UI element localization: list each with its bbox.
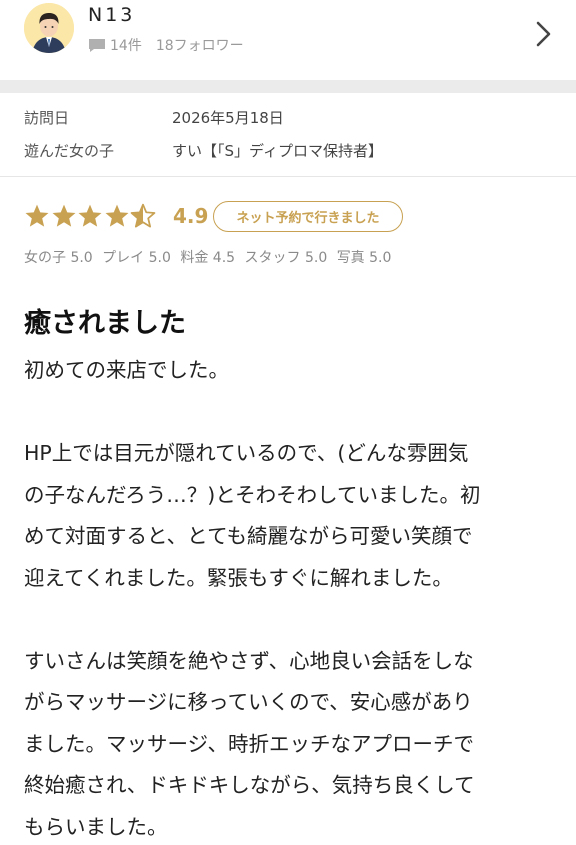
comment-icon xyxy=(89,38,105,52)
divider xyxy=(0,176,576,177)
sub-score-staff: スタッフ 5.0 xyxy=(244,250,328,266)
sub-score-photo: 写真 5.0 xyxy=(336,250,392,266)
booking-badge: ネット予約で行きました xyxy=(213,201,403,232)
review-line: すいさんは笑顔を絶やさず、心地良い会話をしな xyxy=(24,648,474,673)
chevron-right-icon[interactable] xyxy=(533,20,555,48)
star-full-icon xyxy=(105,204,128,227)
sub-score-price: 料金 4.5 xyxy=(180,250,236,266)
review-line: HP上では目元が隠れているので、(どんな雰囲気 xyxy=(24,441,469,465)
post-count: 14件 xyxy=(110,38,142,54)
review-line: めて対面すると、とても綺麗ながら可愛い笑顔で xyxy=(24,524,473,548)
review-line: 終始癒され、ドキドキしながら、気持ち良くして xyxy=(24,773,475,797)
girl-label: 遊んだ女の子 xyxy=(24,142,115,160)
review-line: がらマッサージに移っていくので、安心感があり xyxy=(24,690,473,714)
star-full-icon xyxy=(78,204,102,227)
review-line: 迎えてくれました。緊張もすぐに解れました。 xyxy=(24,565,453,590)
visit-date-value: 2026年5月18日 xyxy=(172,109,284,127)
reviewer-profile[interactable]: N13 14件 18フォロワー xyxy=(0,0,576,80)
user-avatar-icon xyxy=(24,3,74,53)
section-separator xyxy=(0,80,576,93)
review-line: もらいました。 xyxy=(24,814,168,839)
rating-score: 4.9 xyxy=(173,204,209,228)
review-line: の子なんだろう…？)とそわそわしていました。初 xyxy=(24,482,481,507)
review-line: ました。マッサージ、時折エッチなアプローチで xyxy=(24,731,474,756)
follower-count: 18フォロワー xyxy=(155,38,244,54)
sub-scores: 女の子 5.0 プレイ 5.0 料金 4.5 スタッフ 5.0 写真 5.0 xyxy=(24,247,396,267)
sub-score-play: プレイ 5.0 xyxy=(102,250,171,266)
reviewer-name[interactable]: N13 xyxy=(88,4,135,26)
review-line xyxy=(24,392,554,434)
avatar[interactable] xyxy=(24,3,74,53)
reviewer-meta: 14件 18フォロワー xyxy=(88,35,244,55)
girl-value[interactable]: すい【「S」ディプロマ保持者】 xyxy=(172,140,383,161)
star-full-icon xyxy=(25,204,49,227)
review-line: 初めての来店でした。 xyxy=(24,358,229,382)
review-line xyxy=(24,599,554,641)
sub-score-girl: 女の子 5.0 xyxy=(24,250,93,266)
visit-date-label: 訪問日 xyxy=(24,109,70,127)
review-body: 初めての来店でした。 HP上では目元が隠れているので、(どんな雰囲気 の子なんだ… xyxy=(24,350,554,845)
star-full-icon xyxy=(52,204,75,227)
star-rating xyxy=(24,203,157,229)
review-title: 癒されました xyxy=(24,308,186,339)
star-half-icon xyxy=(130,203,156,228)
